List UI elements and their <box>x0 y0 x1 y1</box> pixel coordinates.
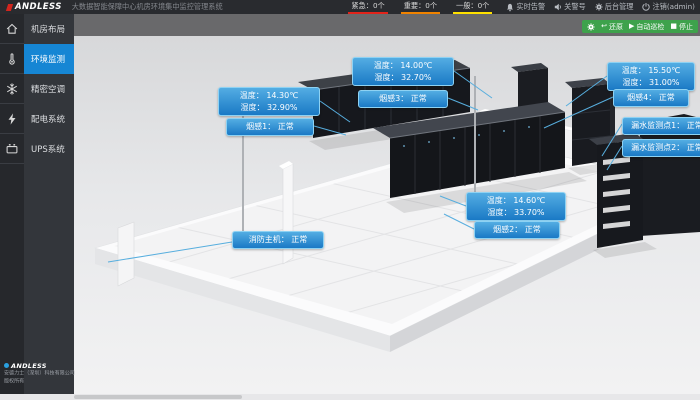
water-leak-status: 漏水监测点1： 正常 <box>627 120 700 132</box>
viewport-toolbar: ↩ 还原 ▶ 自动巡检 ■ 停止 <box>74 14 700 36</box>
room-3d-view[interactable]: 温度： 14.30℃ 湿度： 32.90% 烟感1： 正常 温度： 14.00℃… <box>74 36 700 394</box>
sidebar-item-label: UPS系统 <box>24 134 74 164</box>
reset-view-label: 还原 <box>609 22 623 32</box>
smoke-detector-status: 烟感1： 正常 <box>231 121 309 133</box>
water-leak-2-callout[interactable]: 漏水监测点2： 正常 <box>622 139 700 157</box>
realtime-alarm-button[interactable]: 实时告警 <box>506 2 545 12</box>
gear-icon <box>595 3 603 11</box>
alarm-critical-count[interactable]: 紧急：0个 <box>348 1 387 14</box>
brand-logo: ANDLESS <box>7 2 62 12</box>
front-panel <box>118 222 134 286</box>
stop-icon: ■ <box>670 23 677 30</box>
footer-company: 安德力士（深圳）科技有限公司 <box>4 370 67 378</box>
smoke-detector-status: 烟感4： 正常 <box>618 92 684 104</box>
brand-logo-mark <box>6 4 13 11</box>
logout-button[interactable]: 注销(admin) <box>642 2 695 12</box>
stop-patrol-button[interactable]: ■ 停止 <box>670 22 693 32</box>
humidity-value: 湿度： 32.70% <box>357 72 449 84</box>
header-menu: 实时告警 关警号 后台管理 <box>506 2 695 12</box>
smoke-detector-3-callout[interactable]: 烟感3： 正常 <box>358 90 448 108</box>
lightning-icon <box>0 104 24 134</box>
mute-alarm-button[interactable]: 关警号 <box>554 2 586 12</box>
smoke-detector-status: 烟感2： 正常 <box>479 224 555 236</box>
play-icon: ▶ <box>629 23 634 30</box>
sidebar-item-environment[interactable]: 环境监测 <box>0 44 74 74</box>
logout-label: 注销(admin) <box>652 2 695 12</box>
top-header: ANDLESS 大数据智能保障中心机房环境集中监控管理系统 紧急：0个 重要：0… <box>0 0 700 14</box>
battery-icon <box>0 134 24 164</box>
temp-humidity-callout-rack1[interactable]: 温度： 14.30℃ 湿度： 32.90% <box>218 87 320 116</box>
sidebar-footer: ANDLESS 安德力士（深圳）科技有限公司 版权所有 <box>4 362 72 387</box>
alarm-major-count[interactable]: 重要：0个 <box>401 1 440 14</box>
sidebar-item-label: 环境监测 <box>24 44 74 74</box>
footer-logo-text: ANDLESS <box>11 362 47 370</box>
water-leak-status: 漏水监测点2： 正常 <box>627 142 700 154</box>
alarm-minor-label: 一般：0个 <box>456 1 489 10</box>
sidebar-item-precision-ac[interactable]: 精密空调 <box>0 74 74 104</box>
undo-icon: ↩ <box>601 23 607 30</box>
stop-patrol-label: 停止 <box>679 22 693 32</box>
sidebar-item-power-system[interactable]: 配电系统 <box>0 104 74 134</box>
fire-host-status: 消防主机： 正常 <box>237 234 319 246</box>
mute-alarm-label: 关警号 <box>564 2 586 12</box>
humidity-value: 湿度： 32.90% <box>223 102 315 114</box>
auto-patrol-label: 自动巡检 <box>636 22 664 32</box>
admin-console-label: 后台管理 <box>605 2 634 12</box>
partition-wall <box>283 164 293 264</box>
bell-icon <box>506 3 514 12</box>
fire-host-callout[interactable]: 消防主机： 正常 <box>232 231 324 249</box>
scene-settings-button[interactable] <box>587 23 595 31</box>
home-icon <box>0 14 24 44</box>
logout-icon <box>642 3 650 11</box>
realtime-alarm-label: 实时告警 <box>516 2 545 12</box>
temp-humidity-callout-rack2[interactable]: 温度： 14.00℃ 湿度： 32.70% <box>352 57 454 86</box>
temperature-value: 温度： 14.30℃ <box>223 90 315 102</box>
temp-humidity-callout-front[interactable]: 温度： 14.60℃ 湿度： 33.70% <box>466 192 566 221</box>
alarm-minor-count[interactable]: 一般：0个 <box>453 1 492 14</box>
smoke-detector-status: 烟感3： 正常 <box>363 93 443 105</box>
snowflake-icon <box>0 74 24 104</box>
alarm-summary: 紧急：0个 重要：0个 一般：0个 <box>348 1 492 14</box>
sidebar-item-label: 机房布局 <box>24 14 74 44</box>
sidebar: 机房布局 环境监测 <box>0 14 74 394</box>
smoke-detector-4-callout[interactable]: 烟感4： 正常 <box>613 89 689 107</box>
app-window: ANDLESS 大数据智能保障中心机房环境集中监控管理系统 紧急：0个 重要：0… <box>0 0 700 400</box>
alarm-major-label: 重要：0个 <box>404 1 437 10</box>
alarm-critical-label: 紧急：0个 <box>351 1 384 10</box>
horizontal-scrollbar[interactable] <box>0 394 700 400</box>
auto-patrol-button[interactable]: ▶ 自动巡检 <box>629 22 664 32</box>
sidebar-item-label: 配电系统 <box>24 104 74 134</box>
thermometer-icon <box>0 44 24 74</box>
humidity-value: 湿度： 31.00% <box>612 77 690 89</box>
sidebar-item-room-layout[interactable]: 机房布局 <box>0 14 74 44</box>
admin-console-button[interactable]: 后台管理 <box>595 2 634 12</box>
temperature-value: 温度： 14.00℃ <box>357 60 449 72</box>
brand-logo-text: ANDLESS <box>15 2 62 12</box>
water-leak-1-callout[interactable]: 漏水监测点1： 正常 <box>622 117 700 135</box>
page-title: 大数据智能保障中心机房环境集中监控管理系统 <box>72 2 223 12</box>
sidebar-item-label: 精密空调 <box>24 74 74 104</box>
temp-humidity-callout-right[interactable]: 温度： 15.50℃ 湿度： 31.00% <box>607 62 695 91</box>
sidebar-item-ups-system[interactable]: UPS系统 <box>0 134 74 164</box>
reset-view-button[interactable]: ↩ 还原 <box>601 22 623 32</box>
temperature-value: 温度： 15.50℃ <box>612 65 690 77</box>
footer-copyright: 版权所有 <box>4 378 67 386</box>
footer-logo-dot-icon <box>4 363 9 368</box>
speaker-icon <box>554 3 562 11</box>
smoke-detector-2-callout[interactable]: 烟感2： 正常 <box>474 221 560 239</box>
scrollbar-thumb[interactable] <box>74 395 242 399</box>
viewport-tool-group: ↩ 还原 ▶ 自动巡检 ■ 停止 <box>582 20 698 33</box>
gear-icon <box>587 23 595 31</box>
footer-logo: ANDLESS <box>4 362 72 370</box>
humidity-value: 湿度： 33.70% <box>471 207 561 219</box>
temperature-value: 温度： 14.60℃ <box>471 195 561 207</box>
smoke-detector-1-callout[interactable]: 烟感1： 正常 <box>226 118 314 136</box>
